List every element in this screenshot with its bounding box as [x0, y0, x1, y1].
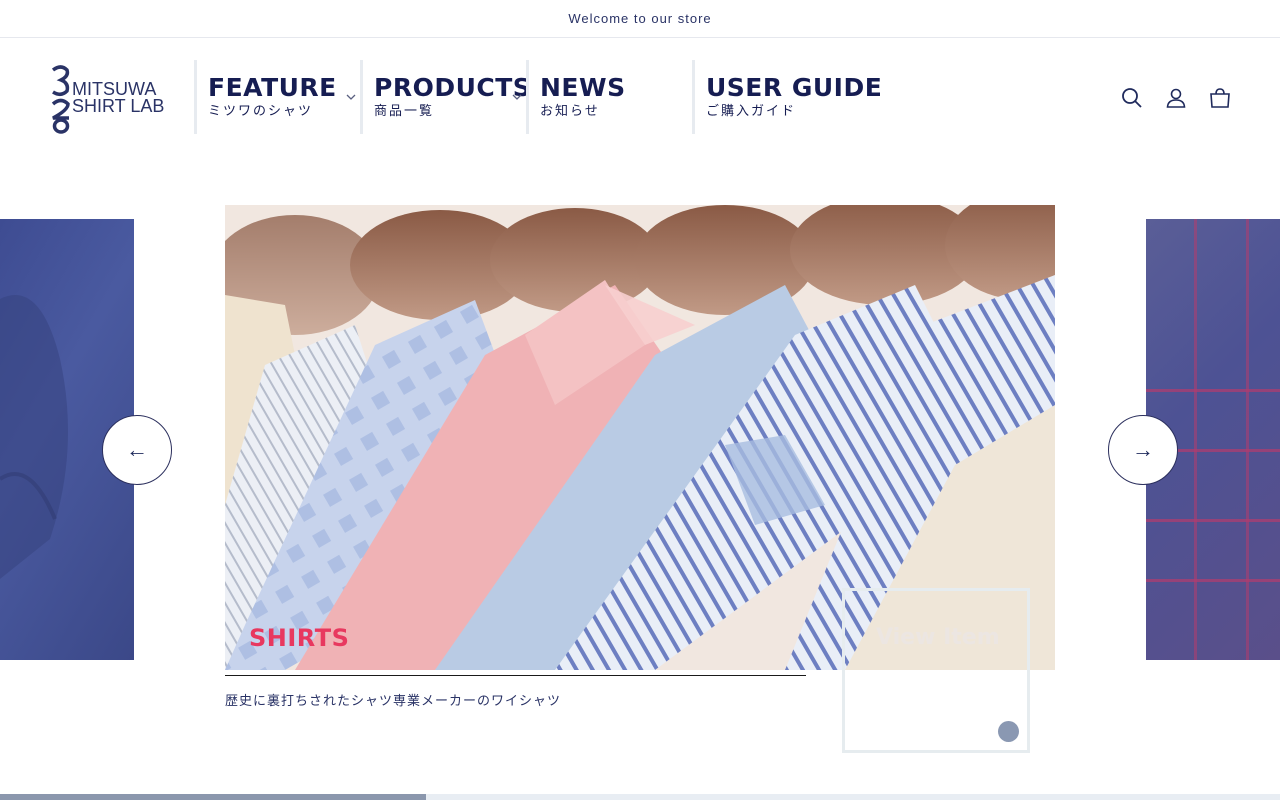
cart-icon[interactable]: [1208, 86, 1232, 110]
nav-user-guide-sublabel: ご購入ガイド: [706, 103, 797, 118]
plaid-stripe: [1146, 579, 1280, 582]
view-item-label: View Item: [876, 625, 1000, 650]
nav-feature-label: FEATURE: [208, 73, 337, 102]
view-item-button[interactable]: View Item: [842, 588, 1030, 753]
nav-item-news[interactable]: NEWS お知らせ: [526, 60, 692, 134]
nav-news-label: NEWS: [540, 73, 626, 102]
slide-description: 歴史に裏打ちされたシャツ専業メーカーのワイシャツ: [225, 693, 562, 708]
nav-item-user-guide[interactable]: USER GUIDE ご購入ガイド: [692, 60, 892, 134]
plaid-stripe: [1146, 389, 1280, 392]
cursor-dot-icon: [998, 721, 1019, 742]
nav-user-guide-label: USER GUIDE: [706, 73, 883, 102]
logo-text: MITSUWA SHIRT LAB: [72, 80, 165, 116]
logo-line-2: SHIRT LAB: [72, 96, 165, 116]
nav-news-sublabel: お知らせ: [540, 103, 600, 118]
announcement-text: Welcome to our store: [568, 11, 712, 26]
chevron-down-icon: [512, 94, 522, 100]
nav-item-feature[interactable]: FEATURE ミツワのシャツ: [194, 60, 360, 134]
slider-progress-fill: [0, 794, 427, 800]
arrow-right-icon: →: [1132, 437, 1154, 462]
plaid-stripe: [1146, 519, 1280, 522]
plaid-stripe: [1194, 219, 1197, 660]
slide-title[interactable]: SHIRTS: [249, 624, 349, 652]
next-slide-button[interactable]: →: [1108, 415, 1178, 485]
plaid-stripe: [1246, 219, 1249, 660]
store-logo[interactable]: MITSUWA SHIRT LAB: [50, 64, 180, 134]
caption-divider: [225, 675, 806, 676]
search-icon[interactable]: [1120, 86, 1144, 110]
account-icon[interactable]: [1164, 86, 1188, 110]
announcement-bar: Welcome to our store: [0, 0, 1280, 38]
prev-slide-button[interactable]: ←: [102, 415, 172, 485]
nav-feature-sublabel: ミツワのシャツ: [208, 103, 314, 118]
slider-progress-track[interactable]: [0, 794, 1280, 800]
chevron-down-icon: [346, 94, 356, 100]
arrow-left-icon: ←: [126, 437, 148, 462]
nav-item-products[interactable]: PRODUCTS 商品一覧: [360, 60, 532, 134]
nav-products-sublabel: 商品一覧: [374, 103, 435, 118]
logo-mark-icon: [51, 65, 70, 134]
nav-products-label: PRODUCTS: [374, 73, 532, 102]
